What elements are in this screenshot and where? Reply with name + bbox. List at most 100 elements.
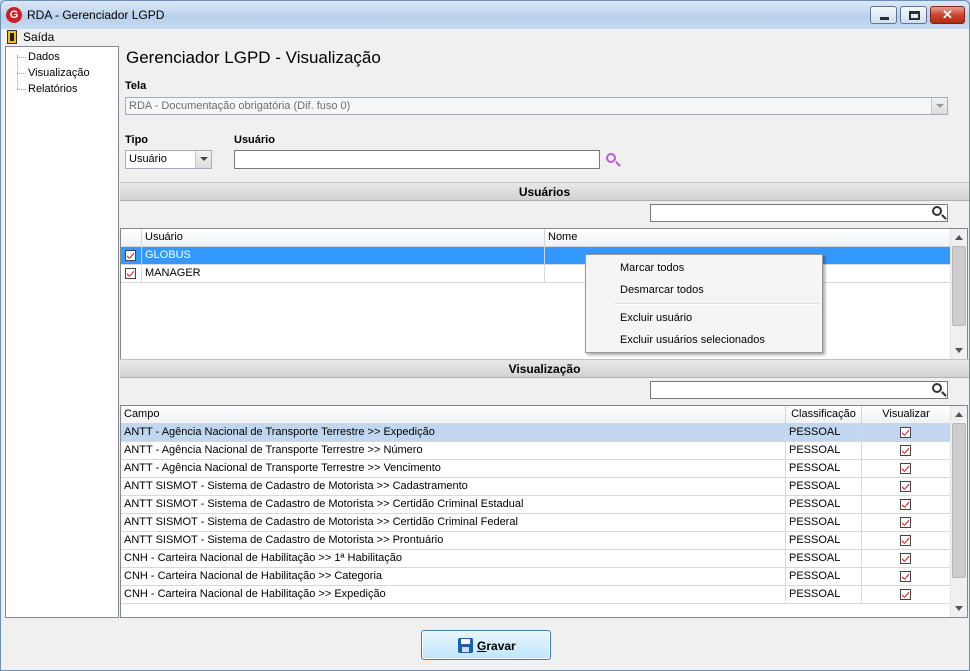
menu-separator [614,303,820,305]
main-window: G RDA - Gerenciador LGPD ✕ Saída Dados V… [0,0,970,671]
view-filter-input[interactable] [650,381,948,399]
nav-item-relatorios[interactable]: Relatórios [28,83,78,95]
table-row[interactable]: ANTT SISMOT - Sistema de Cadastro de Mot… [121,478,951,496]
users-grid[interactable]: Usuário Nome GLOBUS MANAGER [120,228,968,360]
header-visualizar[interactable]: Visualizar [862,406,951,424]
view-grid[interactable]: Campo Classificação Visualizar ANTT - Ag… [120,405,968,618]
chevron-down-icon[interactable] [195,151,211,168]
header-usuario[interactable]: Usuário [142,229,545,247]
scroll-down-icon[interactable] [951,342,967,359]
row-checkbox[interactable] [125,250,136,261]
menu-item-excluir-selecionados[interactable]: Excluir usuários selecionados [620,334,765,346]
title-bar[interactable]: G RDA - Gerenciador LGPD ✕ [1,1,969,29]
view-grid-header: Campo Classificação Visualizar [121,406,951,424]
search-icon-handle [941,214,947,220]
table-row[interactable]: GLOBUS [121,247,951,265]
view-grid-scrollbar[interactable] [950,406,967,617]
chevron-down-icon[interactable] [931,98,947,114]
save-button[interactable]: Gravar [421,630,551,660]
cell-campo: ANTT SISMOT - Sistema de Cadastro de Mot… [121,496,786,513]
nav-item-dados[interactable]: Dados [28,51,60,63]
visualizar-checkbox[interactable] [900,517,911,528]
usuario-label: Usuário [234,134,275,146]
row-checkbox[interactable] [125,268,136,279]
cell-campo: CNH - Carteira Nacional de Habilitação >… [121,586,786,603]
visualizar-checkbox[interactable] [900,499,911,510]
close-button[interactable]: ✕ [930,6,965,24]
tipo-select[interactable]: Usuário [125,150,212,169]
menu-exit[interactable]: Saída [23,30,54,44]
search-icon[interactable] [932,383,947,397]
visualizar-checkbox[interactable] [900,571,911,582]
table-row[interactable]: ANTT SISMOT - Sistema de Cadastro de Mot… [121,514,951,532]
visualizar-checkbox[interactable] [900,553,911,564]
tela-select[interactable]: RDA - Documentação obrigatória (Dif. fus… [125,97,948,115]
cell-classificacao: PESSOAL [786,532,862,549]
visualizar-checkbox[interactable] [900,481,911,492]
cell-classificacao: PESSOAL [786,460,862,477]
cell-classificacao: PESSOAL [786,442,862,459]
close-icon: ✕ [942,7,953,22]
table-row[interactable]: CNH - Carteira Nacional de Habilitação >… [121,586,951,604]
table-row[interactable]: ANTT SISMOT - Sistema de Cadastro de Mot… [121,496,951,514]
cell-classificacao: PESSOAL [786,568,862,585]
tela-select-value: RDA - Documentação obrigatória (Dif. fus… [129,100,351,112]
tipo-label: Tipo [125,134,149,146]
page-title: Gerenciador LGPD - Visualização [126,48,381,67]
scroll-down-icon[interactable] [951,600,967,617]
main-content: Gerenciador LGPD - Visualização Tela RDA… [120,46,969,618]
scroll-thumb[interactable] [952,246,966,326]
table-row[interactable]: ANTT - Agência Nacional de Transporte Te… [121,442,951,460]
menu-item-excluir-usuario[interactable]: Excluir usuário [620,312,692,324]
search-icon[interactable] [932,206,947,220]
header-campo[interactable]: Campo [121,406,786,424]
window-title: RDA - Gerenciador LGPD [27,8,165,22]
minimize-button[interactable] [870,6,897,24]
row-check-cell [121,265,142,282]
visualizar-checkbox[interactable] [900,535,911,546]
menu-item-marcar-todos[interactable]: Marcar todos [620,262,684,274]
table-row[interactable]: MANAGER [121,265,951,283]
visualizar-checkbox[interactable] [900,445,911,456]
app-logo-icon: G [6,7,22,23]
cell-visualizar [862,568,951,585]
cell-classificacao: PESSOAL [786,514,862,531]
menu-bar [1,29,969,46]
cell-campo: ANTT SISMOT - Sistema de Cadastro de Mot… [121,532,786,549]
tree-connector [17,57,26,58]
table-row[interactable]: ANTT - Agência Nacional de Transporte Te… [121,424,951,442]
context-menu: Marcar todos Desmarcar todos Excluir usu… [585,254,823,353]
header-nome[interactable]: Nome [545,229,951,247]
search-user-icon[interactable] [606,153,621,167]
cell-classificacao: PESSOAL [786,496,862,513]
usuario-input[interactable] [234,150,600,169]
table-row[interactable]: CNH - Carteira Nacional de Habilitação >… [121,568,951,586]
cell-visualizar [862,478,951,495]
scroll-thumb[interactable] [952,423,966,578]
maximize-button[interactable] [900,6,927,24]
exit-door-icon[interactable] [7,30,17,44]
cell-visualizar [862,496,951,513]
visualizar-checkbox[interactable] [900,589,911,600]
cell-classificacao: PESSOAL [786,478,862,495]
cell-campo: CNH - Carteira Nacional de Habilitação >… [121,550,786,567]
minimize-icon [880,17,889,20]
visualizar-checkbox[interactable] [900,463,911,474]
table-row[interactable]: ANTT - Agência Nacional de Transporte Te… [121,460,951,478]
table-row[interactable]: ANTT SISMOT - Sistema de Cadastro de Mot… [121,532,951,550]
users-grid-scrollbar[interactable] [950,229,967,359]
navigation-tree: Dados Visualização Relatórios [5,46,119,618]
search-icon-handle [615,161,621,167]
visualizar-checkbox[interactable] [900,427,911,438]
scroll-up-icon[interactable] [951,406,967,423]
cell-visualizar [862,442,951,459]
table-row[interactable]: CNH - Carteira Nacional de Habilitação >… [121,550,951,568]
users-filter-input[interactable] [650,204,948,222]
menu-item-desmarcar-todos[interactable]: Desmarcar todos [620,284,704,296]
header-classificacao[interactable]: Classificação [786,406,862,424]
cell-usuario: MANAGER [142,265,545,282]
row-check-cell [121,247,142,264]
save-accelerator: G [477,639,487,653]
nav-item-visualizacao[interactable]: Visualização [28,67,90,79]
scroll-up-icon[interactable] [951,229,967,246]
